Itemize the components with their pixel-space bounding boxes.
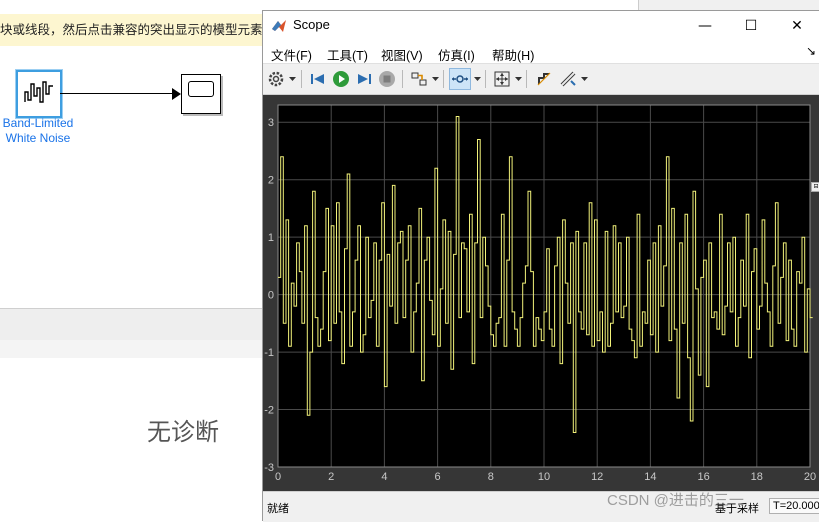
signal-plot[interactable]: 0 2 4 6 8 10 12 14 16 18 20-3-2-10123 [263,95,819,491]
matlab-logo-icon [272,20,286,32]
run-icon[interactable] [330,68,352,90]
measure-icon[interactable] [557,68,579,90]
menu-file[interactable]: 文件(F) [271,45,312,64]
scope-toolbar [263,64,819,95]
y-tick-label: 1 [268,232,274,244]
measure-dropdown[interactable] [580,70,588,88]
x-tick-label: 20 [804,471,816,483]
cursor-icon[interactable] [533,68,555,90]
x-tick-label: 4 [381,471,387,483]
y-tick-label: -1 [264,347,274,359]
signal-line[interactable] [60,93,174,94]
toolbar-separator [443,70,444,88]
menu-view[interactable]: 视图(V) [381,45,423,64]
x-tick-label: 2 [328,471,334,483]
toolbar-separator [402,70,403,88]
menu-bar: 文件(F) 工具(T) 视图(V) 仿真(I) 帮助(H) ↘ [263,41,819,64]
scope-window: Scope — ☐ ✕ 文件(F) 工具(T) 视图(V) 仿真(I) 帮助(H… [262,10,819,522]
x-tick-label: 18 [751,471,763,483]
signal-arrowhead [172,88,181,100]
y-tick-label: 0 [268,290,274,302]
window-title: Scope [293,17,330,32]
diagnostics-header [0,340,262,358]
minimize-button[interactable]: — [682,11,728,41]
stop-icon[interactable] [376,68,398,90]
noise-block-label: Band-Limited White Noise [0,116,76,146]
status-ready: 就绪 [267,503,289,515]
noise-label-line1: Band-Limited [2,116,74,130]
noise-signal-icon [24,81,53,103]
x-tick-label: 12 [591,471,603,483]
zoom-dropdown[interactable] [473,70,481,88]
gear-icon[interactable] [265,68,287,90]
y-tick-label: -3 [264,462,274,474]
settings-dropdown[interactable] [288,70,296,88]
highlight-dropdown[interactable] [431,70,439,88]
step-forward-icon[interactable] [353,68,375,90]
status-time: T=20.000 [769,498,819,514]
autoscale-dropdown[interactable] [514,70,522,88]
menu-tools[interactable]: 工具(T) [327,45,368,64]
x-tick-label: 10 [538,471,550,483]
close-button[interactable]: ✕ [774,11,819,41]
menu-overflow-icon[interactable]: ↘ [806,44,816,58]
maximize-button[interactable]: ☐ [728,11,774,41]
no-diagnostics-text: 无诊断 [147,419,219,446]
noise-label-line2: White Noise [5,131,71,145]
csdn-watermark: CSDN @进击的三一 [607,492,744,509]
x-tick-label: 6 [435,471,441,483]
scope-block[interactable] [181,74,221,114]
info-hint-bar: 块或线段，然后点击兼容的突出显示的模型元素 [0,14,262,47]
y-tick-label: 3 [268,117,274,129]
highlight-icon[interactable] [408,68,430,90]
x-tick-label: 0 [275,471,281,483]
menu-help[interactable]: 帮助(H) [492,45,534,64]
y-tick-label: -2 [264,405,274,417]
step-back-icon[interactable] [307,68,329,90]
toolbar-separator [526,70,527,88]
x-tick-label: 14 [644,471,656,483]
editor-divider-panel [0,308,262,341]
hint-text: 块或线段，然后点击兼容的突出显示的模型元素 [0,22,262,37]
toolbar-separator [485,70,486,88]
scope-screen-icon [188,81,214,97]
x-tick-label: 16 [697,471,709,483]
toolbar-separator [301,70,302,88]
y-tick-label: 2 [268,175,274,187]
scope-title-bar[interactable]: Scope — ☐ ✕ [263,11,819,41]
dock-icon[interactable]: ⊟ [811,182,819,192]
menu-simulation[interactable]: 仿真(I) [438,45,475,64]
band-limited-white-noise-block[interactable] [16,70,62,118]
autoscale-icon[interactable] [491,68,513,90]
zoom-icon[interactable] [449,68,471,90]
x-tick-label: 8 [488,471,494,483]
scope-plot-area[interactable]: 0 2 4 6 8 10 12 14 16 18 20 -3 -2 -1 0 1 2 3 ⊟ [263,95,819,491]
